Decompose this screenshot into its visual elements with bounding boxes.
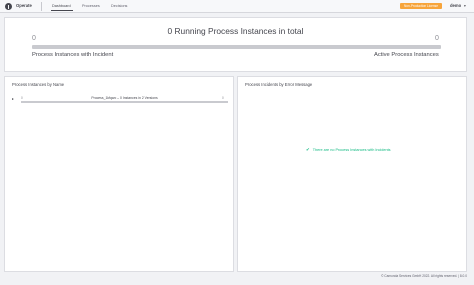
row-active-count: 0 <box>222 96 224 100</box>
process-row-bar <box>21 101 228 103</box>
checkmark-icon: ✔ <box>306 147 310 152</box>
instances-summary-panel: 0 Running Process Instances in total 0 0… <box>4 17 467 72</box>
process-row-label[interactable]: Process_1kfqwo – 0 Instances in 2 Versio… <box>21 96 228 100</box>
instances-by-name-panel: Process Instances by Name ▸ 0 Process_1k… <box>4 76 234 272</box>
empty-state-text: There are no Process Instances with Inci… <box>312 148 391 152</box>
operate-logo-icon[interactable] <box>5 3 12 10</box>
user-menu[interactable]: demo <box>450 3 461 8</box>
nav-processes[interactable]: Processes <box>82 4 100 8</box>
chevron-right-icon[interactable]: ▸ <box>12 96 14 101</box>
nav-dashboard[interactable]: Dashboard <box>52 4 71 8</box>
app-header: Operate Dashboard Processes Decisions No… <box>0 0 474 13</box>
panel-title: Process Instances by Name <box>12 82 65 87</box>
nav-decisions[interactable]: Decisions <box>111 4 127 8</box>
header-separator <box>41 2 42 11</box>
active-label[interactable]: Active Process Instances <box>374 52 439 58</box>
incidents-by-error-panel: Process Incidents by Error Message ✔ The… <box>237 76 467 272</box>
active-nav-indicator <box>51 10 73 11</box>
panel-title: Process Incidents by Error Message <box>245 82 313 87</box>
instances-progress-bar <box>32 45 441 49</box>
incident-count[interactable]: 0 <box>32 35 36 42</box>
running-instances-title[interactable]: 0 Running Process Instances in total <box>5 26 466 36</box>
footer-copyright: © Camunda Services GmbH 2022. All rights… <box>381 274 467 278</box>
license-badge[interactable]: Non-Production License <box>400 3 442 9</box>
app-name[interactable]: Operate <box>16 3 32 8</box>
incident-label[interactable]: Process Instances with Incident <box>32 52 113 58</box>
empty-state-message: ✔ There are no Process Instances with In… <box>306 147 391 153</box>
chevron-down-icon[interactable]: ▾ <box>464 4 466 8</box>
active-count[interactable]: 0 <box>435 35 439 42</box>
